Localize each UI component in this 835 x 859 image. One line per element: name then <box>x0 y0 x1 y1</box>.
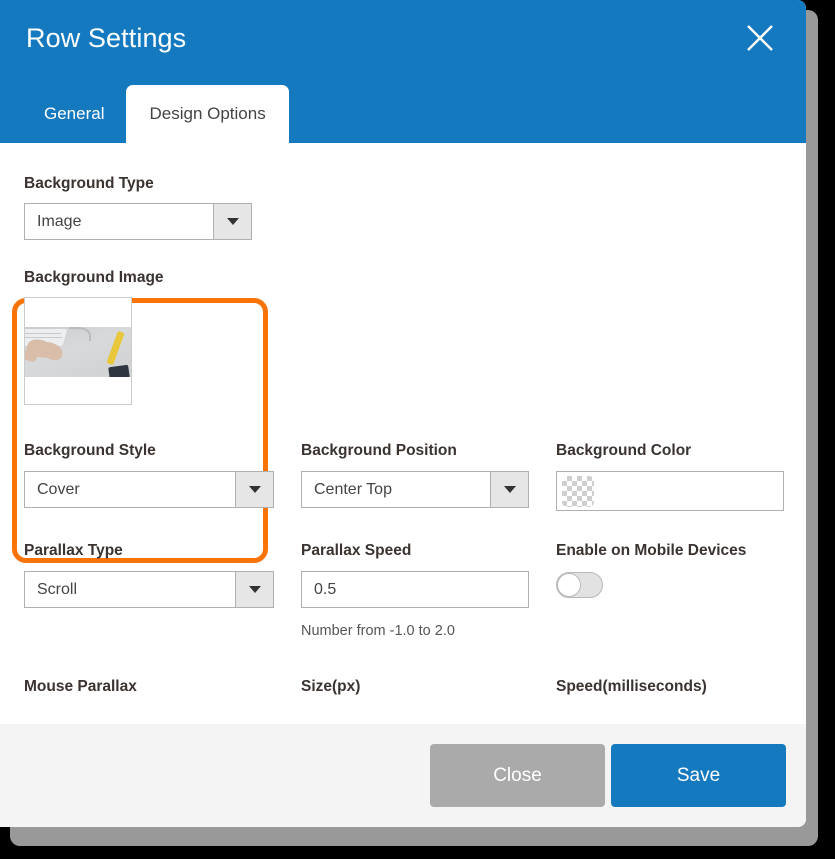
background-type-value: Image <box>37 212 82 230</box>
field-background-style: Background Style Cover <box>24 442 274 508</box>
mouse-parallax-label: Mouse Parallax <box>24 678 137 695</box>
background-color-label: Background Color <box>556 442 692 459</box>
enable-on-mobile-label: Enable on Mobile Devices <box>556 542 747 559</box>
toggle-knob <box>557 573 581 597</box>
background-position-select[interactable]: Center Top <box>301 471 529 508</box>
close-button[interactable]: Close <box>430 744 605 807</box>
screen: Row Settings General Design Options Back… <box>0 0 835 859</box>
page-title: Row Settings <box>26 23 187 53</box>
parallax-type-label: Parallax Type <box>24 542 123 559</box>
size-px-label: Size(px) <box>301 678 361 695</box>
field-parallax-speed: Parallax Speed Number from -1.0 to 2.0 <box>301 542 529 639</box>
field-enable-on-mobile: Enable on Mobile Devices <box>556 542 746 598</box>
enable-on-mobile-toggle[interactable] <box>556 572 603 598</box>
parallax-type-value: Scroll <box>37 580 78 598</box>
tab-bar: General Design Options <box>0 85 289 143</box>
field-background-image: Background Image <box>24 269 164 405</box>
modal-body: Background Type Image Background Image B… <box>0 143 806 724</box>
background-type-label: Background Type <box>24 175 154 192</box>
background-style-value: Cover <box>37 480 80 498</box>
tab-design-options[interactable]: Design Options <box>126 85 289 143</box>
transparency-swatch-icon <box>562 475 594 507</box>
tab-general[interactable]: General <box>22 85 126 143</box>
tab-general-label: General <box>44 104 105 123</box>
save-button[interactable]: Save <box>611 744 786 807</box>
close-icon[interactable] <box>742 20 778 56</box>
row-settings-modal: Row Settings General Design Options Back… <box>0 0 806 827</box>
field-mouse-parallax: Mouse Parallax <box>24 678 137 696</box>
parallax-speed-input[interactable] <box>301 571 529 608</box>
field-background-position: Background Position Center Top <box>301 442 529 508</box>
parallax-speed-label: Parallax Speed <box>301 542 412 559</box>
chevron-down-icon[interactable] <box>235 472 273 507</box>
thumbnail-photo <box>25 327 131 377</box>
background-type-select[interactable]: Image <box>24 203 252 240</box>
modal-footer: Close Save <box>0 724 806 827</box>
background-position-value: Center Top <box>314 480 392 498</box>
chevron-down-icon[interactable] <box>235 572 273 607</box>
field-parallax-type: Parallax Type Scroll <box>24 542 274 608</box>
field-background-type: Background Type Image <box>24 175 252 240</box>
background-style-select[interactable]: Cover <box>24 471 274 508</box>
parallax-type-select[interactable]: Scroll <box>24 571 274 608</box>
speed-milliseconds-label: Speed(milliseconds) <box>556 678 707 695</box>
background-color-picker[interactable] <box>556 471 784 511</box>
background-image-label: Background Image <box>24 269 164 286</box>
field-background-color: Background Color <box>556 442 784 511</box>
field-size-px: Size(px) <box>301 678 360 696</box>
chevron-down-icon[interactable] <box>213 204 251 239</box>
field-speed-milliseconds: Speed(milliseconds) <box>556 678 707 696</box>
modal-header: Row Settings General Design Options <box>0 0 806 143</box>
chevron-down-icon[interactable] <box>490 472 528 507</box>
parallax-speed-help: Number from -1.0 to 2.0 <box>301 623 455 639</box>
background-image-thumbnail[interactable] <box>24 297 132 405</box>
background-position-label: Background Position <box>301 442 457 459</box>
background-style-label: Background Style <box>24 442 156 459</box>
tab-design-options-label: Design Options <box>149 104 266 123</box>
